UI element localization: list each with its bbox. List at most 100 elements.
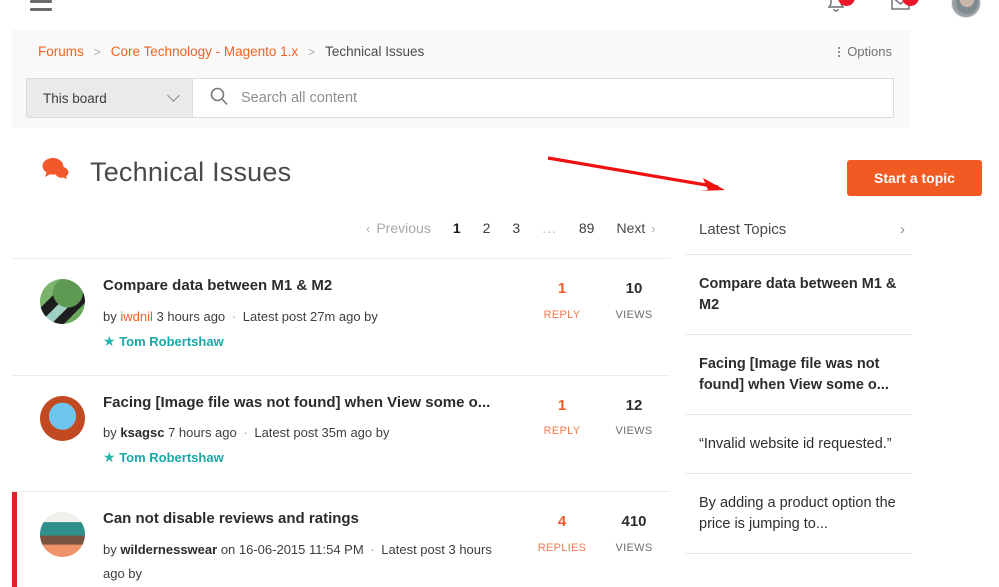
replies-label: REPLIES [537, 541, 587, 554]
views-label: VIEWS [615, 425, 653, 438]
topic-main: Can not disable reviews and ratings by w… [85, 510, 526, 586]
options-button[interactable]: Options [838, 44, 892, 59]
table-row[interactable]: Facing [Image file was not found] when V… [12, 376, 670, 493]
search-input[interactable] [241, 90, 893, 106]
replies-label: REPLY [543, 425, 581, 438]
replies-stat: 1 REPLY [526, 277, 598, 321]
meta-separator: · [370, 542, 375, 558]
speech-bubbles-icon [40, 155, 74, 190]
table-row[interactable]: Compare data between M1 & M2 by iwdnil 3… [12, 258, 670, 376]
page-title: Technical Issues [90, 157, 292, 187]
avatar [40, 395, 85, 441]
replies-stat: 4 REPLIES [526, 510, 598, 554]
topic-author[interactable]: wildernesswear [120, 542, 217, 557]
list-item[interactable]: “Invalid website id requested.” [685, 414, 911, 473]
sidebar-header[interactable]: Latest Topics › [685, 215, 911, 254]
pagination-next-label: Next [616, 220, 646, 236]
pagination-page-last[interactable]: 89 [568, 220, 606, 236]
replies-label: REPLY [543, 308, 581, 321]
unread-indicator [12, 492, 17, 587]
star-icon: ★ [103, 332, 116, 349]
pagination-previous-label: Previous [376, 220, 431, 236]
top-bar-icons [823, 0, 981, 18]
chevron-left-icon: ‹ [366, 220, 371, 236]
replies-count: 4 [557, 513, 567, 531]
topic-title[interactable]: Facing [Image file was not found] when V… [103, 394, 516, 413]
views-stat: 10 VIEWS [598, 277, 670, 321]
user-avatar[interactable] [951, 0, 981, 18]
breadcrumb-search-band: Forums > Core Technology - Magento 1.x >… [12, 30, 910, 128]
topic-main: Facing [Image file was not found] when V… [85, 394, 526, 472]
pagination-page-3[interactable]: 3 [501, 220, 531, 236]
options-label: Options [847, 44, 892, 59]
pagination-page-1[interactable]: 1 [442, 220, 472, 236]
replies-count: 1 [557, 396, 567, 414]
views-label: VIEWS [615, 308, 653, 321]
topic-meta: by wildernesswear on 16-06-2015 11:54 PM… [103, 538, 516, 586]
topic-list: Compare data between M1 & M2 by iwdnil 3… [12, 258, 670, 587]
by-label: by [103, 425, 117, 441]
pagination-previous[interactable]: ‹ Previous [355, 220, 442, 236]
annotation-arrow [547, 156, 725, 191]
list-item[interactable]: Facing [Image file was not found] when V… [685, 334, 911, 414]
breadcrumb-item-core-technology[interactable]: Core Technology - Magento 1.x [111, 44, 298, 59]
topic-meta: by iwdnil 3 hours ago · Latest post 27m … [103, 305, 516, 355]
views-label: VIEWS [615, 541, 653, 554]
topic-main: Compare data between M1 & M2 by iwdnil 3… [85, 277, 526, 355]
search-icon [209, 86, 229, 111]
topic-posted: 7 hours ago [168, 425, 237, 441]
pagination: ‹ Previous 1 2 3 ... 89 Next › [355, 220, 667, 236]
topic-author[interactable]: ksagsc [120, 425, 164, 440]
page-title-row: Technical Issues [40, 155, 291, 190]
sidebar-title: Latest Topics [699, 221, 787, 238]
more-vertical-icon [838, 46, 841, 57]
pagination-next[interactable]: Next › [605, 220, 666, 236]
replies-count: 1 [557, 280, 567, 297]
latest-post-author[interactable]: Tom Robertshaw [119, 334, 224, 349]
meta-separator: · [231, 308, 237, 324]
table-row[interactable]: Can not disable reviews and ratings by w… [12, 492, 670, 587]
replies-stat: 1 REPLY [526, 394, 598, 438]
pagination-ellipsis: ... [542, 220, 557, 236]
breadcrumb-item-current: Technical Issues [325, 44, 425, 59]
envelope-icon[interactable] [887, 0, 919, 16]
breadcrumb-item-forums[interactable]: Forums [38, 44, 84, 59]
topic-author[interactable]: iwdnil [120, 309, 153, 324]
top-bar [0, 0, 999, 30]
topic-title[interactable]: Compare data between M1 & M2 [103, 277, 516, 296]
by-label: by [103, 542, 117, 558]
views-stat: 410 VIEWS [598, 510, 670, 554]
list-item[interactable]: Compare data between M1 & M2 [685, 254, 911, 334]
topic-meta: by ksagsc 7 hours ago · Latest post 35m … [103, 421, 516, 471]
breadcrumb-separator: > [93, 44, 101, 59]
views-count: 410 [621, 513, 647, 531]
topic-title[interactable]: Can not disable reviews and ratings [103, 510, 516, 529]
chevron-right-icon: › [651, 220, 656, 236]
latest-topics-sidebar: Latest Topics › Compare data between M1 … [685, 215, 911, 555]
pagination-page-2[interactable]: 2 [472, 220, 502, 236]
chevron-right-icon[interactable]: › [900, 221, 909, 238]
by-label: by [103, 308, 117, 324]
bell-icon[interactable] [823, 0, 855, 16]
avatar [40, 512, 85, 558]
hamburger-menu-icon[interactable] [30, 0, 52, 11]
topic-posted: on 16-06-2015 11:54 PM [220, 542, 364, 558]
chevron-down-icon [167, 89, 180, 102]
latest-post-prefix: Latest post 35m ago by [254, 425, 390, 441]
forum-page: Forums > Core Technology - Magento 1.x >… [0, 0, 999, 587]
search-field [193, 79, 893, 117]
latest-post-author[interactable]: Tom Robertshaw [119, 450, 224, 465]
star-icon: ★ [103, 449, 116, 466]
views-count: 10 [625, 280, 643, 297]
breadcrumb: Forums > Core Technology - Magento 1.x >… [38, 44, 424, 59]
breadcrumb-separator: > [308, 44, 316, 59]
start-a-topic-button[interactable]: Start a topic [847, 160, 982, 196]
avatar [40, 279, 85, 324]
meta-separator: · [243, 425, 248, 441]
search-scope-value: This board [43, 90, 107, 106]
search-scope-select[interactable]: This board [27, 79, 193, 117]
search-bar: This board [26, 78, 894, 118]
views-stat: 12 VIEWS [598, 394, 670, 438]
topic-posted: 3 hours ago [156, 308, 226, 324]
list-item[interactable]: By adding a product option the price is … [685, 473, 911, 555]
